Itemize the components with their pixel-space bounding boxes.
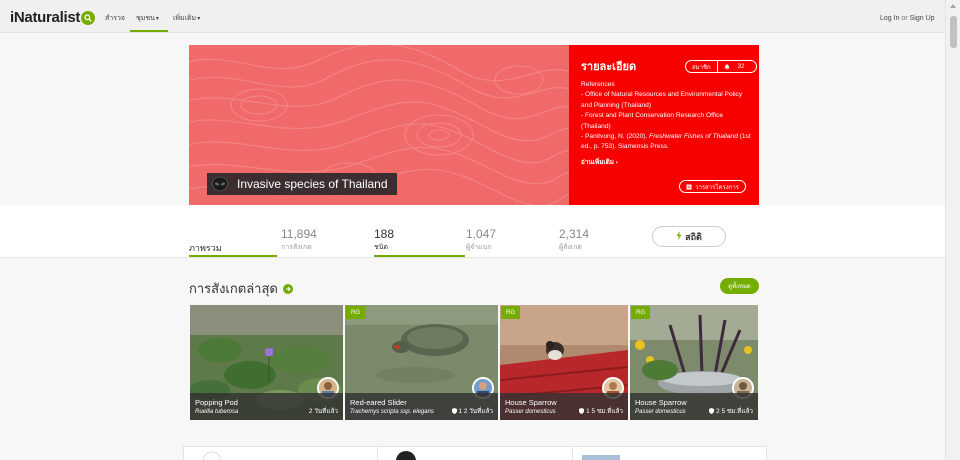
identifiers-count: 1,047 xyxy=(466,227,497,241)
login-link[interactable]: Log In xyxy=(880,15,899,22)
bell-icon xyxy=(724,64,730,69)
research-grade-badge: RG xyxy=(631,306,650,319)
observation-card[interactable]: RG House Sparrow Passer domesticus 2 5 ช… xyxy=(630,305,758,420)
observation-caption: House Sparrow Passer domesticus 1 5 ชม.ท… xyxy=(500,393,628,420)
scientific-name: Ruellia tuberosa xyxy=(195,409,239,415)
identifiers-tab[interactable]: 1,047 ผู้จำแนก xyxy=(466,227,496,253)
observation-card[interactable]: Popping Pod Ruellia tuberosa 2 วันที่แล้… xyxy=(190,305,343,420)
top-navbar: iNaturalist สำรวจ ชุมชน▾ เพิ่มเติม▾ Log … xyxy=(0,0,945,33)
reference-item: - Forest and Plant Conservation Research… xyxy=(581,112,724,130)
panel-divider xyxy=(572,447,573,460)
bell-count: 32 xyxy=(737,63,745,70)
project-details-panel: รายละเอียด สมาชิก 32 References - Office… xyxy=(569,45,759,205)
recent-observations-title: การสังเกตล่าสุด xyxy=(189,281,278,296)
scientific-name: Passer domesticus xyxy=(505,409,556,415)
nav-community[interactable]: ชุมชน▾ xyxy=(136,13,159,24)
stats-button[interactable]: สถิติ xyxy=(652,226,726,247)
observation-time: 1 2 วันที่แล้ว xyxy=(451,406,493,416)
identifiers-label: ผู้จำแนก xyxy=(466,244,492,251)
research-grade-badge: RG xyxy=(501,306,520,319)
scientific-name: Passer domesticus xyxy=(635,409,686,415)
overview-tab[interactable]: ภาพรวม xyxy=(189,241,222,255)
stats-button-label: สถิติ xyxy=(685,231,702,242)
common-name[interactable]: Red-eared Slider xyxy=(350,398,407,407)
observation-time: 2 5 ชม.ที่แล้ว xyxy=(709,406,753,416)
reference-prefix: - Panitvong, N. (2020). xyxy=(581,133,650,141)
scroll-thumb[interactable] xyxy=(950,16,957,48)
overview-tab-underline xyxy=(189,255,277,257)
search-icon[interactable] xyxy=(81,11,95,25)
species-tab-underline xyxy=(374,255,465,257)
species-label: ชนิด xyxy=(374,244,389,251)
nav-more[interactable]: เพิ่มเติม▾ xyxy=(173,13,200,24)
scientific-name: Trachemys scripta ssp. elegans xyxy=(350,409,434,415)
research-grade-badge: RG xyxy=(346,306,365,319)
nav-community-label: ชุมชน xyxy=(136,15,155,22)
shield-icon xyxy=(579,408,586,415)
join-controls: สมาชิก 32 xyxy=(685,60,758,73)
panel-divider xyxy=(377,447,378,460)
reference-item: - Panitvong, N. (2020). Freshwater Fishe… xyxy=(581,132,751,153)
page-scrollbar[interactable] xyxy=(945,0,960,460)
journal-label: วารสารโครงการ xyxy=(695,184,739,191)
alien-icon xyxy=(212,176,228,192)
project-title: Invasive species of Thailand xyxy=(237,177,388,191)
join-button[interactable]: สมาชิก xyxy=(686,61,718,72)
observation-time: 2 วันที่แล้ว xyxy=(308,408,338,415)
nav-active-indicator xyxy=(130,30,168,32)
observation-time: 1 5 ชม.ที่แล้ว xyxy=(579,406,623,416)
observers-count: 2,314 xyxy=(559,227,590,241)
view-all-button[interactable]: ดูทั้งหมด xyxy=(720,278,759,294)
notifications-button[interactable]: 32 xyxy=(718,61,757,72)
references-text: References - Office of Natural Resources… xyxy=(581,80,751,153)
common-name[interactable]: Popping Pod xyxy=(195,398,238,407)
chevron-down-icon: ▾ xyxy=(155,16,159,22)
common-name[interactable]: House Sparrow xyxy=(505,398,557,407)
or-text: or xyxy=(901,15,908,22)
common-name[interactable]: House Sparrow xyxy=(635,398,687,407)
observation-card[interactable]: RG House Sparrow Passer domesticus 1 5 ช… xyxy=(500,305,628,420)
observations-tab[interactable]: 11,894 การสังเกต xyxy=(281,227,317,253)
observation-caption: Red-eared Slider Trachemys scripta ssp. … xyxy=(345,393,498,420)
shield-icon xyxy=(709,408,716,415)
reference-book-title: Freshwater Fishes of Thailand xyxy=(649,133,738,141)
project-title-badge: Invasive species of Thailand xyxy=(207,173,397,195)
species-tab[interactable]: 188 ชนิด xyxy=(374,227,394,253)
journal-icon xyxy=(686,184,692,189)
reference-item: - Office of Natural Resources and Enviro… xyxy=(581,91,743,109)
panel-avatar-icon xyxy=(202,451,222,460)
recent-observations-heading[interactable]: การสังเกตล่าสุด xyxy=(189,278,293,299)
observers-label: ผู้สังเกต xyxy=(559,244,582,251)
panel-avatar-icon xyxy=(396,451,416,460)
species-count: 188 xyxy=(374,227,395,241)
observations-label: การสังเกต xyxy=(281,244,312,251)
scroll-up-arrow-icon[interactable] xyxy=(950,4,956,8)
project-banner: Invasive species of Thailand xyxy=(189,45,569,205)
inaturalist-logo[interactable]: iNaturalist xyxy=(10,9,80,26)
signup-link[interactable]: Sign Up xyxy=(910,15,935,22)
observation-caption: House Sparrow Passer domesticus 2 5 ชม.ท… xyxy=(630,393,758,420)
arrow-right-icon xyxy=(282,283,293,294)
nav-explore[interactable]: สำรวจ xyxy=(105,13,125,24)
lightning-icon xyxy=(676,231,682,242)
observations-count: 11,894 xyxy=(281,227,317,241)
bottom-panels xyxy=(183,446,767,460)
nav-explore-label: สำรวจ xyxy=(105,15,125,22)
chevron-down-icon: ▾ xyxy=(197,16,201,22)
read-more-link[interactable]: อ่านเพิ่มเติม › xyxy=(581,157,618,167)
panel-thumbnail xyxy=(582,455,620,460)
observation-card[interactable]: RG Red-eared Slider Trachemys scripta ss… xyxy=(345,305,498,420)
shield-icon xyxy=(451,408,459,415)
observers-tab[interactable]: 2,314 ผู้สังเกต xyxy=(559,227,589,253)
observation-caption: Popping Pod Ruellia tuberosa 2 วันที่แล้… xyxy=(190,393,343,420)
auth-links: Log In or Sign Up xyxy=(880,15,935,22)
journal-button[interactable]: วารสารโครงการ xyxy=(679,180,746,193)
references-heading: References xyxy=(581,81,615,88)
nav-more-label: เพิ่มเติม xyxy=(173,15,197,22)
